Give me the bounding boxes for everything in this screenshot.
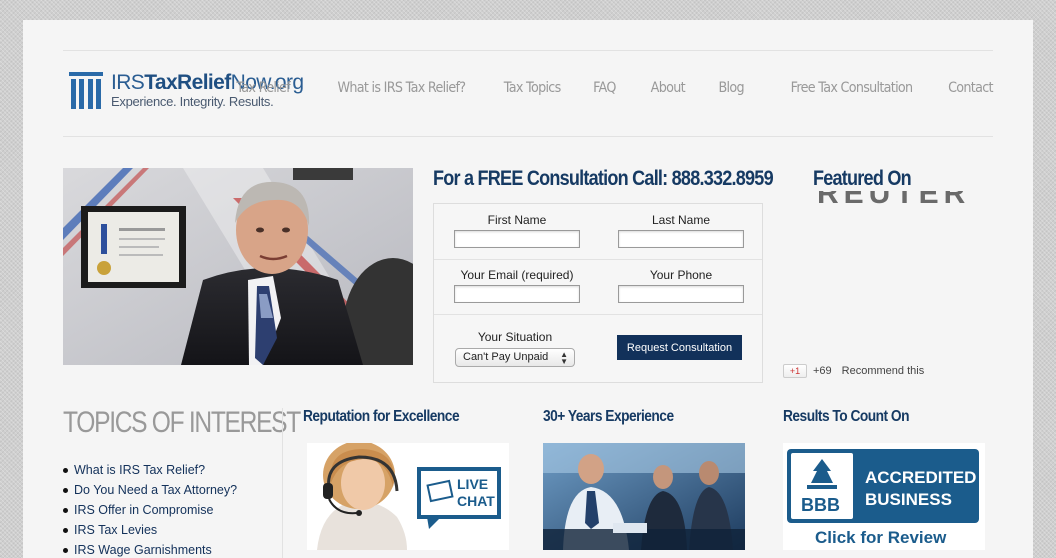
recommend-link[interactable]: Recommend this <box>842 365 925 377</box>
intro-video[interactable] <box>63 168 413 365</box>
phone-label: Your Phone <box>649 268 713 282</box>
topic-item[interactable]: Do You Need a Tax Attorney? <box>63 480 237 500</box>
experience-photo[interactable] <box>543 443 745 550</box>
phone-field: Your Phone <box>616 268 746 304</box>
bbb-accredited-badge[interactable]: BBB ACCREDITED BUSINESS Click for Review <box>783 443 985 550</box>
situation-selected-value: Can't Pay Unpaid <box>463 351 549 363</box>
nav-tax-relief[interactable]: Tax Relief <box>237 80 291 96</box>
bbb-line1: ACCREDITED <box>865 468 976 487</box>
video-frame-image <box>63 168 413 365</box>
topics-title: TOPICS OF INTEREST <box>63 406 301 439</box>
bullet-icon <box>63 467 68 473</box>
results-title: Results To Count On <box>783 408 910 425</box>
first-name-field: First Name <box>452 213 582 249</box>
nav-about[interactable]: About <box>651 80 686 96</box>
experience-title: 30+ Years Experience <box>543 408 674 425</box>
reputation-title: Reputation for Excellence <box>303 408 460 425</box>
last-name-input[interactable] <box>618 230 744 248</box>
plus-one-count: +69 <box>813 365 832 377</box>
form-row-contact: Your Email (required) Your Phone <box>434 260 762 315</box>
live-chat-image: LIVE CHAT <box>307 443 509 550</box>
bullet-icon <box>63 547 68 553</box>
first-name-input[interactable] <box>454 230 580 248</box>
first-name-label: First Name <box>487 213 547 227</box>
bbb-logo-text: BBB <box>801 495 840 515</box>
nav-blog[interactable]: Blog <box>718 80 744 96</box>
reuters-logo[interactable]: REUTERS <box>817 191 967 211</box>
phone-input[interactable] <box>618 285 744 303</box>
top-divider <box>63 50 993 51</box>
nav-free-tax-consultation[interactable]: Free Tax Consultation <box>790 80 913 96</box>
email-label: Your Email (required) <box>460 268 574 282</box>
email-field: Your Email (required) <box>452 268 582 304</box>
social-share-bar: +1 +69 Recommend this <box>783 364 924 378</box>
consultation-title: For a FREE Consultation Call: 888.332.89… <box>433 167 774 190</box>
nav-divider <box>63 136 993 137</box>
nav-contact[interactable]: Contact <box>948 80 993 96</box>
featured-on-title: Featured On <box>813 167 912 190</box>
live-chat-line1: LIVE <box>457 476 488 492</box>
main-nav: Tax Relief What is IRS Tax Relief? Tax T… <box>199 80 994 96</box>
topics-divider <box>282 408 283 558</box>
consultation-form: First Name Last Name Your Email (require… <box>433 203 763 383</box>
live-chat-banner[interactable]: LIVE CHAT <box>307 443 509 550</box>
bbb-cta: Click for Review <box>815 528 947 547</box>
form-row-name: First Name Last Name <box>434 204 762 260</box>
situation-select[interactable]: Can't Pay Unpaid ▲ ▼ <box>455 348 575 367</box>
live-chat-line2: CHAT <box>457 493 495 509</box>
bullet-icon <box>63 487 68 493</box>
last-name-label: Last Name <box>651 213 711 227</box>
bbb-logo: BBB ACCREDITED BUSINESS Click for Review <box>783 443 985 550</box>
team-meeting-image <box>543 443 745 550</box>
topic-item[interactable]: What is IRS Tax Relief? <box>63 460 237 480</box>
last-name-field: Last Name <box>616 213 746 249</box>
bullet-icon <box>63 527 68 533</box>
topic-item[interactable]: IRS Tax Levies <box>63 520 237 540</box>
topics-list: What is IRS Tax Relief? Do You Need a Ta… <box>63 460 237 558</box>
topic-item[interactable]: IRS Offer in Compromise <box>63 500 237 520</box>
nav-tax-topics[interactable]: Tax Topics <box>504 80 562 96</box>
columns-icon <box>69 72 103 109</box>
nav-what-is-irs-tax-relief[interactable]: What is IRS Tax Relief? <box>338 80 467 96</box>
page-container: IRSTaxReliefNow.org Experience. Integrit… <box>23 20 1033 558</box>
select-arrows-icon: ▲ ▼ <box>560 350 568 366</box>
google-plus-button[interactable]: +1 <box>783 364 807 378</box>
nav-faq[interactable]: FAQ <box>593 80 616 96</box>
email-input[interactable] <box>454 285 580 303</box>
bbb-line2: BUSINESS <box>865 490 952 509</box>
logo-tagline: Experience. Integrity. Results. <box>111 94 274 109</box>
situation-label: Your Situation <box>477 330 553 344</box>
topic-item[interactable]: IRS Wage Garnishments <box>63 540 237 558</box>
request-consultation-button[interactable]: Request Consultation <box>617 335 742 360</box>
situation-field: Your Situation Can't Pay Unpaid ▲ ▼ <box>450 330 580 367</box>
bullet-icon <box>63 507 68 513</box>
